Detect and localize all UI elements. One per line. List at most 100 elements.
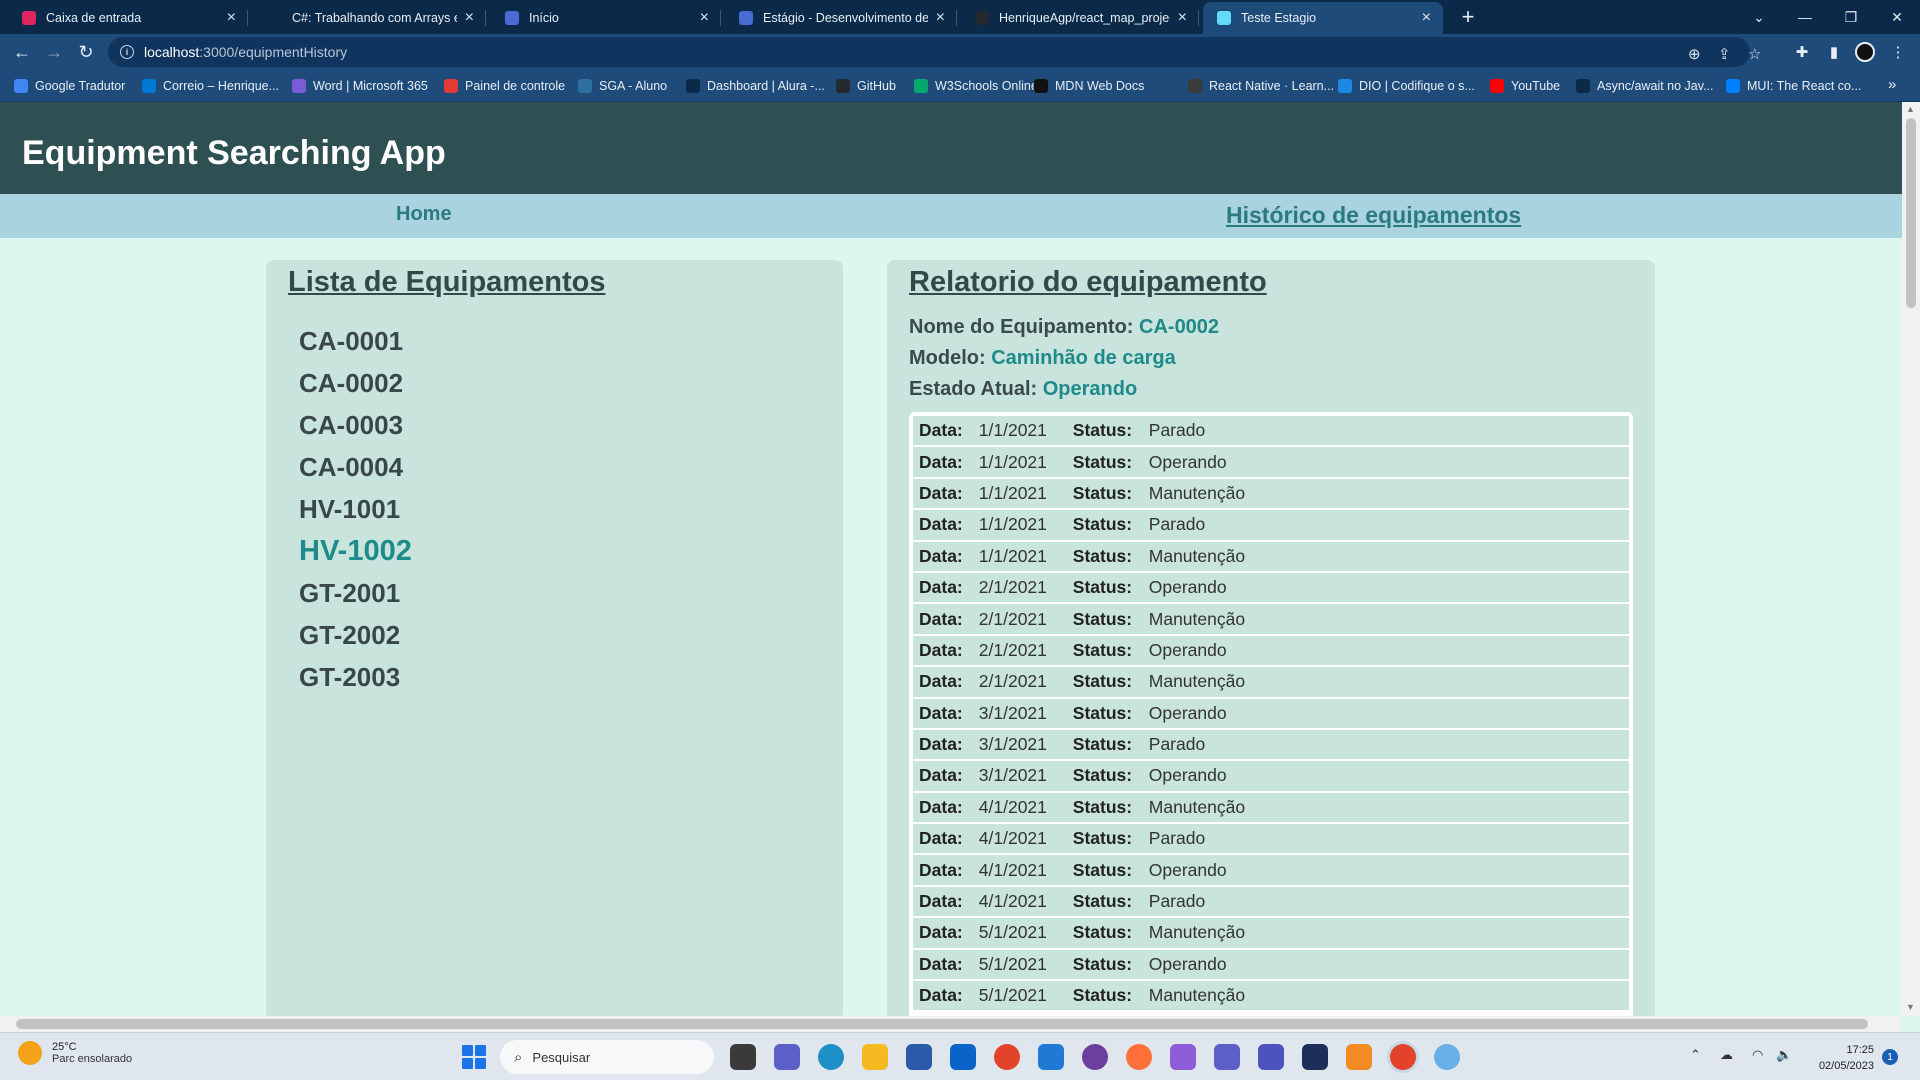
zoom-icon[interactable]: ⊕ bbox=[1688, 45, 1701, 63]
browser-tab[interactable]: C#: Trabalhando com Arrays e Co × bbox=[254, 2, 486, 34]
start-button[interactable] bbox=[462, 1045, 486, 1069]
close-tab-icon[interactable]: × bbox=[700, 9, 709, 27]
visual-studio-icon[interactable] bbox=[1170, 1044, 1196, 1070]
bookmark-favicon-icon bbox=[1490, 79, 1504, 93]
equipment-item[interactable]: CA-0004 bbox=[299, 446, 412, 488]
reload-icon[interactable]: ↻ bbox=[72, 38, 100, 66]
record-status: Operando bbox=[1148, 451, 1227, 472]
onedrive-icon[interactable]: ☁ bbox=[1720, 1047, 1733, 1063]
bookmark-item[interactable]: SGA - Aluno bbox=[578, 77, 667, 95]
sql-server-icon[interactable] bbox=[1302, 1044, 1328, 1070]
new-tab-button[interactable]: + bbox=[1453, 2, 1483, 32]
record-status: Operando bbox=[1148, 859, 1227, 880]
back-icon[interactable]: ← bbox=[8, 38, 36, 66]
equipment-item[interactable]: HV-1002 bbox=[299, 530, 412, 572]
record-status: Manutenção bbox=[1148, 796, 1246, 817]
globe-app-icon[interactable] bbox=[1434, 1044, 1460, 1070]
bookmark-item[interactable]: Painel de controle bbox=[444, 77, 565, 95]
browser-tab[interactable]: Teste Estagio × bbox=[1203, 2, 1443, 34]
taskbar-search[interactable]: ⌕ Pesquisar bbox=[500, 1040, 714, 1074]
close-tab-icon[interactable]: × bbox=[1178, 9, 1187, 27]
close-tab-icon[interactable]: × bbox=[1422, 9, 1431, 27]
page-vertical-scrollbar[interactable]: ▲ ▼ bbox=[1902, 102, 1920, 1016]
forward-icon[interactable]: → bbox=[40, 38, 68, 66]
edge-icon[interactable] bbox=[818, 1044, 844, 1070]
bookmark-item[interactable]: W3Schools Online... bbox=[914, 77, 1048, 95]
page-horizontal-scrollbar[interactable] bbox=[0, 1016, 1902, 1032]
bookmark-item[interactable]: Correio – Henrique... bbox=[142, 77, 279, 95]
weather-widget[interactable]: 25°C Parc ensolarado bbox=[18, 1041, 132, 1065]
status-label: Status: bbox=[1072, 985, 1133, 1006]
xampp-icon[interactable] bbox=[1346, 1044, 1372, 1070]
equipment-item[interactable]: GT-2003 bbox=[299, 656, 412, 698]
tray-expand-icon[interactable]: ⌃ bbox=[1690, 1047, 1701, 1063]
status-history-list[interactable]: Data: 1/1/2021 Status: Parado Data: 1/1/2021 S… bbox=[909, 412, 1633, 1032]
vertical-scroll-thumb[interactable] bbox=[1906, 118, 1916, 308]
chrome-active-icon[interactable] bbox=[1390, 1044, 1416, 1070]
tab-title: HenriqueAgp/react_map_project bbox=[999, 11, 1170, 25]
bookmark-item[interactable]: YouTube bbox=[1490, 77, 1560, 95]
equipment-item[interactable]: CA-0001 bbox=[299, 320, 412, 362]
site-info-icon[interactable]: i bbox=[120, 45, 134, 59]
bookmark-item[interactable]: Async/await no Jav... bbox=[1576, 77, 1714, 95]
close-window-icon[interactable]: ✕ bbox=[1874, 0, 1920, 34]
equipment-item[interactable]: HV-1001 bbox=[299, 488, 412, 530]
profile-avatar[interactable] bbox=[1855, 42, 1875, 62]
horizontal-scroll-thumb[interactable] bbox=[16, 1019, 1868, 1029]
weather-temperature: 25°C bbox=[52, 1041, 77, 1053]
equipment-item[interactable]: GT-2001 bbox=[299, 572, 412, 614]
close-tab-icon[interactable]: × bbox=[936, 9, 945, 27]
bookmark-item[interactable]: Dashboard | Alura -... bbox=[686, 77, 825, 95]
teams-work-icon[interactable] bbox=[1258, 1044, 1284, 1070]
file-explorer-icon[interactable] bbox=[862, 1044, 888, 1070]
scroll-up-icon[interactable]: ▲ bbox=[1906, 104, 1915, 114]
teams-chat-icon[interactable] bbox=[774, 1044, 800, 1070]
share-icon[interactable]: ⇪ bbox=[1718, 45, 1731, 63]
side-panel-icon[interactable]: ▮ bbox=[1822, 40, 1846, 64]
bookmark-item[interactable]: MUI: The React co... bbox=[1726, 77, 1861, 95]
wifi-icon[interactable]: ◠ bbox=[1752, 1047, 1763, 1063]
close-tab-icon[interactable]: × bbox=[465, 9, 474, 27]
equipment-item[interactable]: CA-0003 bbox=[299, 404, 412, 446]
microsoft-store-icon[interactable] bbox=[906, 1044, 932, 1070]
status-record-row: Data: 5/1/2021 Status: Operando bbox=[913, 949, 1629, 982]
status-record-row: Data: 2/1/2021 Status: Manutenção bbox=[913, 604, 1629, 636]
browser-tab[interactable]: Início × bbox=[491, 2, 721, 34]
vscode-icon[interactable] bbox=[1038, 1044, 1064, 1070]
restore-icon[interactable]: ❐ bbox=[1828, 0, 1874, 34]
address-bar[interactable]: i localhost:3000/equipmentHistory ⊕ ⇪ ☆ bbox=[108, 37, 1761, 67]
tab-search-icon[interactable]: ⌄ bbox=[1736, 0, 1782, 34]
taskbar-clock[interactable]: 17:25 02/05/2023 bbox=[1800, 1042, 1874, 1074]
bookmark-favicon-icon bbox=[14, 79, 28, 93]
bookmark-item[interactable]: React Native · Learn... bbox=[1188, 77, 1334, 95]
menu-icon[interactable]: ⋮ bbox=[1886, 40, 1910, 64]
podcast-app-icon[interactable] bbox=[1082, 1044, 1108, 1070]
firefox-icon[interactable] bbox=[1126, 1044, 1152, 1070]
bookmark-item[interactable]: GitHub bbox=[836, 77, 896, 95]
bookmark-item[interactable]: Google Tradutor bbox=[14, 77, 125, 95]
browser-tab[interactable]: Estágio - Desenvolvimento de Sis × bbox=[725, 2, 957, 34]
bookmark-item[interactable]: MDN Web Docs bbox=[1034, 77, 1144, 95]
volume-icon[interactable]: 🔈 bbox=[1776, 1047, 1792, 1063]
task-view-icon[interactable] bbox=[730, 1044, 756, 1070]
equipment-item[interactable]: GT-2002 bbox=[299, 614, 412, 656]
nav-home-link[interactable]: Home bbox=[396, 203, 452, 226]
minimize-icon[interactable]: — bbox=[1782, 0, 1828, 34]
mail-app-icon[interactable] bbox=[950, 1044, 976, 1070]
bookmarks-more-icon[interactable]: » bbox=[1888, 76, 1896, 93]
chrome-icon[interactable] bbox=[994, 1044, 1020, 1070]
bookmark-item[interactable]: Word | Microsoft 365 bbox=[292, 77, 428, 95]
nav-history-link[interactable]: Histórico de equipamentos bbox=[1226, 202, 1521, 229]
bookmark-star-icon[interactable]: ☆ bbox=[1748, 45, 1761, 63]
scroll-down-icon[interactable]: ▼ bbox=[1906, 1002, 1915, 1012]
equipment-item[interactable]: CA-0002 bbox=[299, 362, 412, 404]
extensions-icon[interactable]: ✚ bbox=[1790, 40, 1814, 64]
browser-tab[interactable]: Caixa de entrada × bbox=[8, 2, 248, 34]
teams-icon[interactable] bbox=[1214, 1044, 1240, 1070]
notification-badge[interactable]: 1 bbox=[1882, 1049, 1898, 1065]
bookmark-label: YouTube bbox=[1511, 79, 1561, 93]
browser-tab[interactable]: HenriqueAgp/react_map_project × bbox=[961, 2, 1199, 34]
close-tab-icon[interactable]: × bbox=[227, 9, 236, 27]
bookmark-item[interactable]: DIO | Codifique o s... bbox=[1338, 77, 1475, 95]
equipment-list: CA-0001 CA-0002 CA-0003 CA-0004 HV-1001 HV-10… bbox=[299, 320, 412, 698]
